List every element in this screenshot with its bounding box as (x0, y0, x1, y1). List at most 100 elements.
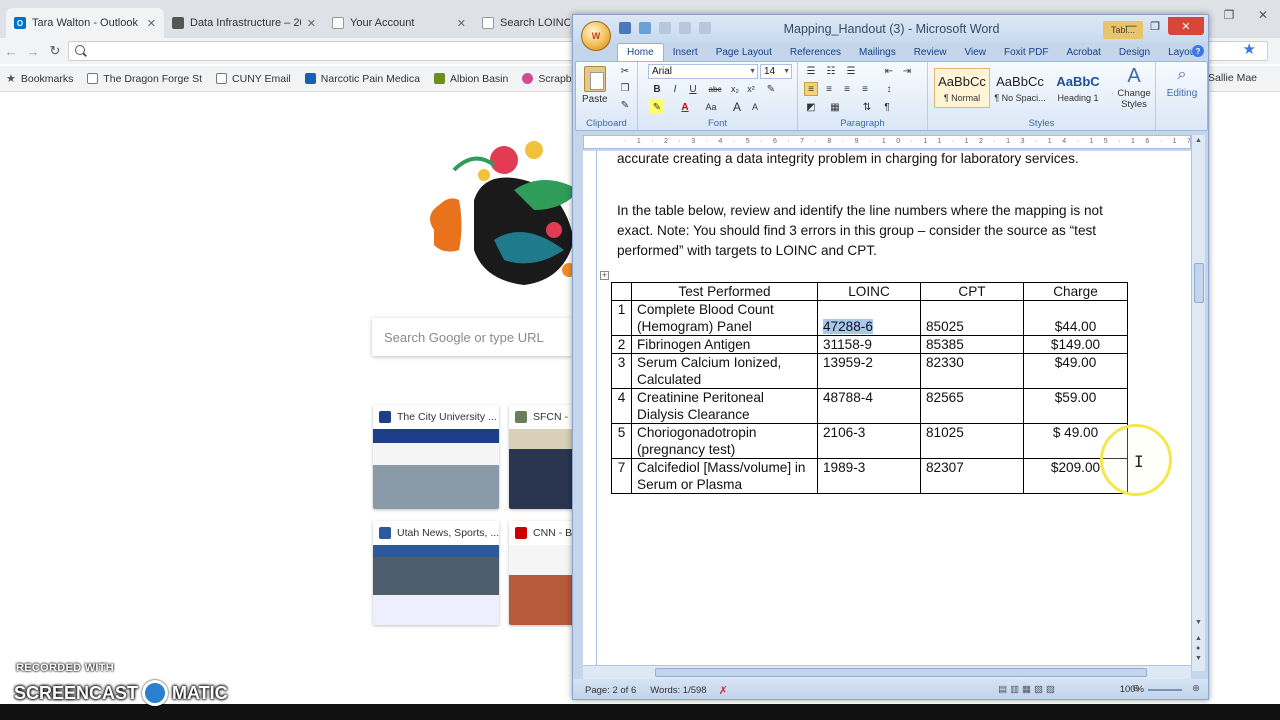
font-color-icon[interactable]: A (678, 100, 692, 114)
next-page-icon[interactable]: ▼ (1195, 655, 1202, 662)
cell-cpt[interactable]: 85025 (920, 300, 1024, 336)
paragraph-2[interactable]: In the table below, review and identify … (617, 201, 1137, 261)
subscript-icon[interactable]: x₂ (728, 82, 742, 96)
redo-icon[interactable] (659, 22, 671, 34)
cell-cpt[interactable]: 82565 (920, 388, 1024, 424)
cell-cpt[interactable]: 82330 (920, 353, 1024, 389)
save-icon[interactable] (619, 22, 631, 34)
paste-button[interactable]: Paste (582, 94, 608, 105)
bookmark-item[interactable]: ★ Bookmarks (6, 72, 73, 86)
cell-num[interactable]: 3 (611, 353, 632, 389)
bookmark-star-icon[interactable]: ★ (1243, 40, 1256, 58)
view-buttons[interactable]: ▤▥▦▧▨ (998, 684, 1058, 695)
browser-tab-your-account[interactable]: Your Account ✕ (324, 8, 474, 38)
change-case-icon[interactable]: Aa (704, 100, 718, 114)
word-count[interactable]: Words: 1/598 (650, 685, 706, 696)
horizontal-scroll-thumb[interactable] (655, 668, 1147, 677)
tab-acrobat[interactable]: Acrobat (1057, 43, 1109, 61)
show-formatting-icon[interactable]: ¶ (880, 100, 894, 114)
back-icon[interactable]: ← (0, 44, 22, 59)
cell-test[interactable]: Complete Blood Count (Hemogram) Panel (631, 300, 818, 336)
cell-test[interactable]: Choriogonadotropin (pregnancy test) (631, 423, 818, 459)
editing-button[interactable]: ⌕ Editing (1162, 66, 1202, 99)
vertical-scrollbar[interactable]: ▲ ▼ ▲ ● ▼ (1191, 135, 1205, 671)
tab-foxit-pdf[interactable]: Foxit PDF (995, 43, 1057, 61)
browser-tab-search-loinc[interactable]: Search LOINC (474, 8, 584, 38)
close-tab-icon[interactable]: ✕ (307, 17, 316, 30)
most-visited-tile[interactable]: SFCN - (509, 405, 579, 509)
most-visited-tile[interactable]: CNN - B (509, 521, 579, 625)
strikethrough-icon[interactable]: abc (708, 82, 722, 96)
font-size-combo[interactable]: 14 ▼ (760, 64, 792, 79)
cell-loinc[interactable]: 31158-9 (817, 335, 921, 354)
tab-design[interactable]: Design (1110, 43, 1159, 61)
most-visited-tile[interactable]: The City University ... (373, 405, 499, 509)
cell-cpt[interactable]: 82307 (920, 458, 1024, 494)
tab-review[interactable]: Review (905, 43, 956, 61)
cell-cpt[interactable]: 81025 (920, 423, 1024, 459)
change-styles-button[interactable]: A Change Styles (1112, 64, 1156, 110)
cell-num[interactable]: 4 (611, 388, 632, 424)
browser-tab-outlook[interactable]: O Tara Walton - Outlook W ✕ (6, 8, 164, 38)
cell-charge[interactable]: $44.00 (1023, 300, 1128, 336)
tab-home[interactable]: Home (617, 43, 664, 61)
clear-formatting-icon[interactable]: ✎ (764, 82, 778, 96)
highlight-icon[interactable]: ✎ (650, 100, 664, 114)
tab-mailings[interactable]: Mailings (850, 43, 905, 61)
bullets-icon[interactable]: ☰ (804, 64, 818, 78)
header-cell-test[interactable]: Test Performed (631, 282, 818, 301)
sort-icon[interactable]: ⇅ (860, 100, 874, 114)
borders-icon[interactable]: ▦ (828, 100, 842, 114)
cell-loinc[interactable]: 13959-2 (817, 353, 921, 389)
shading-icon[interactable]: ◩ (804, 100, 818, 114)
header-cell-charge[interactable]: Charge (1023, 282, 1128, 301)
cell-num[interactable]: 7 (611, 458, 632, 494)
tab-insert[interactable]: Insert (664, 43, 707, 61)
table-move-handle-icon[interactable]: + (600, 271, 609, 280)
cell-loinc[interactable]: 1989-3 (817, 458, 921, 494)
bookmark-item[interactable]: The Dragon Forge St (87, 73, 202, 85)
bookmark-item[interactable]: Albion Basin (433, 73, 508, 85)
bookmark-item[interactable]: CUNY Email (216, 73, 291, 85)
header-cell-loinc[interactable]: LOINC (817, 282, 921, 301)
cell-test[interactable]: Serum Calcium Ionized, Calculated (631, 353, 818, 389)
font-name-combo[interactable]: Arial ▼ (648, 64, 758, 79)
bookmark-item[interactable]: Narcotic Pain Medica (304, 73, 420, 85)
page-count[interactable]: Page: 2 of 6 (585, 685, 636, 696)
close-tab-icon[interactable]: ✕ (147, 17, 156, 30)
style-normal[interactable]: AaBbCc ¶ Normal (934, 68, 990, 108)
cell-num[interactable]: 5 (611, 423, 632, 459)
line-spacing-icon[interactable]: ↕ (882, 82, 896, 96)
minimize-icon[interactable]: — (1120, 17, 1142, 35)
cut-icon[interactable]: ✂ (618, 64, 632, 78)
cell-test[interactable]: Calcifediol [Mass/volume] in Serum or Pl… (631, 458, 818, 494)
office-button[interactable]: W (581, 21, 611, 51)
header-cell-cpt[interactable]: CPT (920, 282, 1024, 301)
tab-page-layout[interactable]: Page Layout (707, 43, 781, 61)
format-painter-icon[interactable]: ✎ (618, 98, 632, 112)
close-icon[interactable]: ✕ (1168, 17, 1204, 35)
vertical-scroll-thumb[interactable] (1194, 263, 1204, 303)
cell-loinc[interactable]: 2106-3 (817, 423, 921, 459)
document-page[interactable]: accurate creating a data integrity probl… (597, 151, 1191, 671)
align-center-icon[interactable]: ≡ (822, 82, 836, 96)
selected-text[interactable]: 47288-6 (823, 319, 873, 334)
style-heading-1[interactable]: AaBbC Heading 1 (1050, 68, 1106, 108)
close-tab-icon[interactable]: ✕ (457, 17, 466, 30)
zoom-out-icon[interactable]: ⊖ (1132, 683, 1140, 694)
browser-tab-data-infrastructure[interactable]: Data Infrastructure – 20 ✕ (164, 8, 324, 38)
most-visited-tile[interactable]: Utah News, Sports, ... (373, 521, 499, 625)
zoom-slider[interactable] (1148, 689, 1182, 691)
header-cell-num[interactable] (611, 282, 632, 301)
reload-icon[interactable]: ↻ (44, 43, 66, 59)
multilevel-list-icon[interactable]: ☰ (844, 64, 858, 78)
tab-view[interactable]: View (956, 43, 996, 61)
paste-icon[interactable] (584, 66, 606, 92)
cell-num[interactable]: 1 (611, 300, 632, 336)
horizontal-scrollbar[interactable] (583, 665, 1191, 679)
copy-icon[interactable]: ❐ (618, 81, 632, 95)
justify-icon[interactable]: ≡ (858, 82, 872, 96)
decrease-indent-icon[interactable]: ⇤ (882, 64, 896, 78)
maximize-icon[interactable]: ❐ (1212, 0, 1246, 30)
vertical-ruler[interactable] (583, 151, 597, 671)
